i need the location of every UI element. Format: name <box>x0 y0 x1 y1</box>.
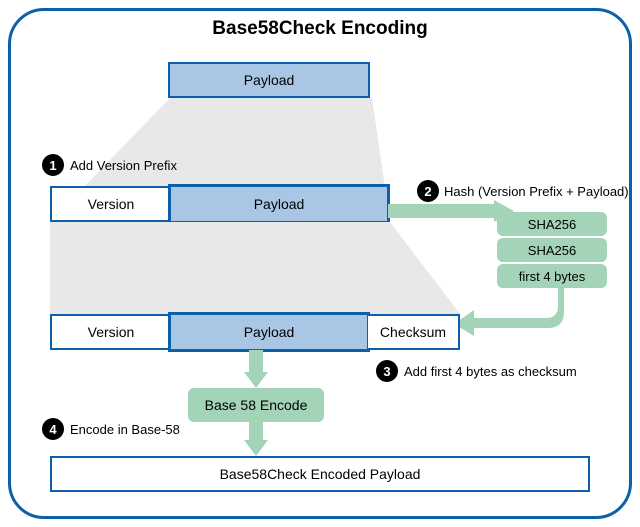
hash-first4: first 4 bytes <box>497 264 607 288</box>
row1-payload: Payload <box>168 62 370 98</box>
row2-version: Version <box>50 186 170 222</box>
step1-badge: 1 <box>42 154 64 176</box>
hash-sha256-2: SHA256 <box>497 238 607 262</box>
row2-payload: Payload <box>168 184 390 224</box>
step4-num: 4 <box>49 422 56 437</box>
arrow-down-1 <box>244 350 268 390</box>
hash-sha256-1-label: SHA256 <box>528 217 576 232</box>
diagram-title: Base58Check Encoding <box>0 18 640 40</box>
row3-checksum-label: Checksum <box>380 324 446 340</box>
step1-label: Add Version Prefix <box>70 158 177 173</box>
hash-first4-label: first 4 bytes <box>519 269 585 284</box>
step2-label: Hash (Version Prefix + Payload) <box>444 184 629 199</box>
row2-version-label: Version <box>88 196 135 212</box>
hash-sha256-1: SHA256 <box>497 212 607 236</box>
row3-payload-label: Payload <box>244 324 295 340</box>
encode-box: Base 58 Encode <box>188 388 324 422</box>
row1-payload-label: Payload <box>244 72 295 88</box>
result-box: Base58Check Encoded Payload <box>50 456 590 492</box>
step3-label: Add first 4 bytes as checksum <box>404 364 577 379</box>
spread-trapezoid-2 <box>50 222 460 314</box>
row3-checksum: Checksum <box>368 314 460 350</box>
hash-sha256-2-label: SHA256 <box>528 243 576 258</box>
row3-payload: Payload <box>168 312 370 352</box>
encode-label: Base 58 Encode <box>205 397 308 413</box>
step4-label: Encode in Base-58 <box>70 422 180 437</box>
step3-num: 3 <box>383 364 390 379</box>
step3-badge: 3 <box>376 360 398 382</box>
step1-num: 1 <box>49 158 56 173</box>
arrow-down-2 <box>244 422 268 458</box>
row2-payload-label: Payload <box>254 196 305 212</box>
row3-version-label: Version <box>88 324 135 340</box>
result-label: Base58Check Encoded Payload <box>220 466 421 482</box>
step2-badge: 2 <box>417 180 439 202</box>
step4-badge: 4 <box>42 418 64 440</box>
step2-num: 2 <box>424 184 431 199</box>
row3-version: Version <box>50 314 170 350</box>
arrow-checksum-left <box>454 288 564 336</box>
